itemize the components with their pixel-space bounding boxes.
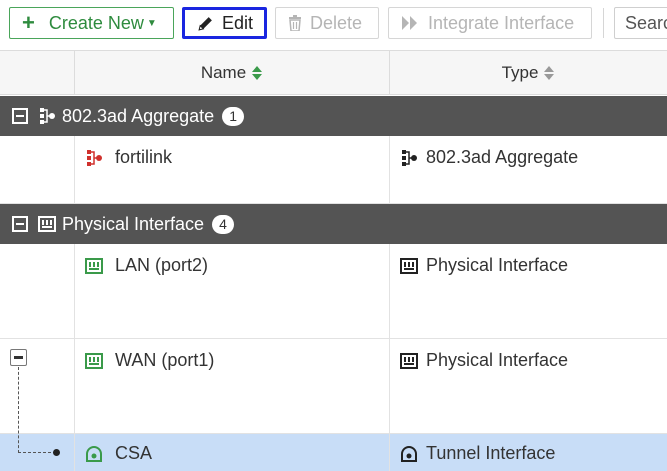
type-cell: Physical Interface	[390, 339, 667, 433]
table-row[interactable]: fortilink 802.3ad Aggregate	[0, 136, 667, 204]
row-type: Tunnel Interface	[426, 443, 556, 463]
row-name: CSA	[115, 443, 153, 463]
name-cell: CSA	[75, 434, 390, 471]
row-gutter	[0, 136, 75, 203]
integrate-interface-label: Integrate Interface	[428, 12, 575, 33]
caret-down-icon: ▼	[146, 17, 157, 29]
row-name: WAN (port1)	[115, 350, 215, 370]
edit-label: Edit	[222, 12, 254, 33]
name-cell: fortilink	[75, 136, 390, 203]
tree-connector-line	[18, 452, 56, 453]
collapse-icon[interactable]	[12, 108, 28, 124]
type-cell: Tunnel Interface	[390, 434, 667, 471]
collapse-icon[interactable]	[10, 349, 27, 366]
tunnel-icon	[85, 445, 103, 463]
delete-label: Delete	[310, 12, 363, 33]
column-header-name-label: Name	[200, 62, 247, 82]
search-input[interactable]	[614, 7, 667, 39]
fast-forward-icon	[401, 15, 419, 31]
table-row[interactable]: LAN (port2) Physical Interface	[0, 244, 667, 339]
row-type: Physical Interface	[426, 350, 569, 370]
row-type: Physical Interface	[426, 255, 569, 275]
table-row-selected[interactable]: CSA Tunnel Interface	[0, 434, 667, 471]
column-header-type[interactable]: Type	[390, 51, 667, 94]
create-new-label: Create New	[48, 12, 144, 33]
aggregate-icon	[85, 149, 103, 167]
create-new-button[interactable]: + Create New ▼	[9, 7, 174, 39]
toolbar: + Create New ▼ Edit Delete Integrate Int…	[0, 0, 667, 50]
collapse-icon[interactable]	[12, 216, 28, 232]
count-badge: 1	[222, 106, 245, 126]
ethernet-port-icon	[400, 257, 418, 275]
aggregate-icon	[38, 107, 56, 125]
integrate-interface-button[interactable]: Integrate Interface	[388, 7, 592, 39]
type-cell: Physical Interface	[390, 244, 667, 338]
table-header: Name Type	[0, 50, 667, 95]
group-row-aggregate[interactable]: 802.3ad Aggregate 1	[0, 96, 667, 136]
ethernet-port-icon	[85, 352, 103, 370]
ethernet-port-icon	[400, 352, 418, 370]
column-header-type-label: Type	[501, 62, 539, 82]
tunnel-icon	[400, 445, 418, 463]
row-name: fortilink	[115, 147, 173, 167]
row-gutter	[0, 339, 75, 433]
group-label: Physical Interface	[62, 213, 205, 234]
name-cell: LAN (port2)	[75, 244, 390, 338]
delete-button[interactable]: Delete	[275, 7, 379, 39]
table-row[interactable]: WAN (port1) Physical Interface	[0, 339, 667, 434]
toolbar-divider	[603, 8, 604, 38]
row-gutter	[0, 244, 75, 338]
aggregate-icon	[400, 149, 418, 167]
ethernet-port-icon	[85, 257, 103, 275]
name-cell: WAN (port1)	[75, 339, 390, 433]
count-badge: 4	[212, 214, 235, 234]
pencil-icon	[197, 15, 214, 32]
group-label: 802.3ad Aggregate	[62, 105, 215, 126]
column-header-name[interactable]: Name	[75, 51, 389, 94]
group-row-physical[interactable]: Physical Interface 4	[0, 204, 667, 244]
type-cell: 802.3ad Aggregate	[390, 136, 667, 203]
row-type: 802.3ad Aggregate	[426, 147, 579, 167]
tree-node-dot	[53, 449, 60, 456]
sort-icon	[543, 65, 555, 81]
tree-connector-line	[18, 367, 19, 453]
sort-icon	[251, 65, 263, 81]
plus-icon: +	[22, 10, 35, 35]
row-name: LAN (port2)	[115, 255, 209, 275]
edit-button[interactable]: Edit	[182, 7, 267, 39]
trash-icon	[288, 15, 302, 31]
ethernet-port-icon	[38, 215, 56, 233]
